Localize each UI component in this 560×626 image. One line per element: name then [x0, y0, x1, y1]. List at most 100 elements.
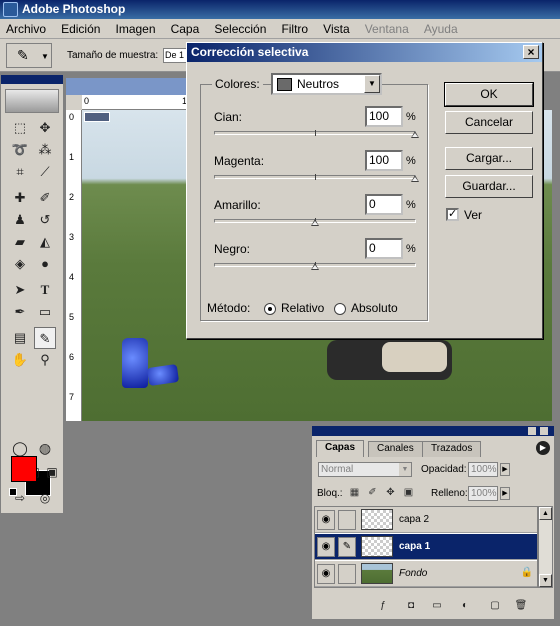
black-input[interactable]: 0 — [365, 238, 403, 259]
screen-mode-full-icon[interactable]: ▣ — [41, 461, 63, 483]
magenta-slider-thumb[interactable] — [411, 175, 419, 182]
eye-icon[interactable]: ◉ — [317, 537, 335, 557]
tool-preset-picker[interactable]: ✎ ▼ — [6, 43, 52, 68]
scroll-up-icon[interactable]: ▲ — [539, 507, 552, 520]
lock-position-icon[interactable]: ✥ — [384, 486, 397, 499]
tab-paths[interactable]: Trazados — [422, 441, 482, 457]
fill-arrow-icon[interactable]: ▶ — [500, 487, 510, 500]
eraser-icon[interactable]: ▰ — [9, 231, 31, 253]
menu-ayuda[interactable]: Ayuda — [418, 19, 464, 39]
tab-channels[interactable]: Canales — [368, 441, 423, 457]
path-select-icon[interactable]: ➤ — [9, 279, 31, 301]
preview-label[interactable]: Ver — [464, 208, 482, 222]
magenta-slider[interactable] — [214, 174, 419, 182]
document-title-bar[interactable] — [66, 78, 196, 95]
menu-imagen[interactable]: Imagen — [110, 19, 162, 39]
menu-archivo[interactable]: Archivo — [0, 19, 52, 39]
lock-label: Bloq.: — [317, 488, 343, 499]
layer-row-fondo[interactable]: ◉ Fondo 🔒 — [315, 561, 537, 587]
pen-icon[interactable]: ✒ — [9, 301, 31, 323]
adobe-online-logo[interactable] — [5, 89, 59, 113]
opacity-arrow-icon[interactable]: ▶ — [500, 463, 510, 476]
magenta-input[interactable]: 100 — [365, 150, 403, 171]
shape-icon[interactable]: ▭ — [34, 301, 56, 323]
yellow-slider[interactable] — [214, 218, 416, 226]
brush-icon[interactable]: ✐ — [34, 187, 56, 209]
minimize-icon[interactable] — [528, 427, 536, 435]
magic-wand-icon[interactable]: ⁂ — [34, 139, 56, 161]
lock-all-icon[interactable]: ▣ — [402, 486, 415, 499]
menu-capa[interactable]: Capa — [165, 19, 206, 39]
yellow-input[interactable]: 0 — [365, 194, 403, 215]
foreground-color-swatch[interactable] — [11, 456, 37, 482]
opacity-input[interactable]: 100% — [468, 462, 498, 477]
new-set-icon[interactable]: ▭ — [430, 599, 444, 613]
cyan-slider[interactable] — [214, 130, 419, 138]
dodge-icon[interactable]: ● — [34, 253, 56, 275]
layer-row-capa-2[interactable]: ◉ capa 2 — [315, 507, 537, 533]
layers-panel-header[interactable] — [312, 426, 554, 436]
stamp-icon[interactable]: ♟ — [9, 209, 31, 231]
menu-ventana[interactable]: Ventana — [359, 19, 415, 39]
colors-select[interactable]: Neutros ▼ — [271, 73, 382, 95]
save-button[interactable]: Guardar... — [445, 175, 533, 198]
lock-image-icon[interactable]: ✐ — [366, 486, 379, 499]
black-slider[interactable] — [214, 262, 416, 270]
menu-edicion[interactable]: Edición — [55, 19, 106, 39]
menu-vista[interactable]: Vista — [317, 19, 355, 39]
absolute-radio-label[interactable]: Absoluto — [351, 301, 398, 315]
brush-icon[interactable]: ✎ — [338, 537, 356, 557]
new-layer-icon[interactable]: ▢ — [488, 599, 502, 613]
notes-icon[interactable]: ▤ — [9, 327, 31, 349]
crop-icon[interactable]: ⌗ — [9, 161, 31, 183]
layer-link-slot[interactable] — [338, 510, 356, 530]
relative-radio-label[interactable]: Relativo — [281, 301, 324, 315]
trash-icon[interactable]: 🗑 — [514, 599, 528, 613]
imageready-icon[interactable]: ◎ — [34, 487, 56, 509]
menu-seleccion[interactable]: Selección — [208, 19, 272, 39]
hand-icon[interactable]: ✋ — [9, 349, 31, 371]
relative-radio[interactable] — [264, 303, 276, 315]
history-brush-icon[interactable]: ↺ — [34, 209, 56, 231]
add-mask-icon[interactable]: ◘ — [404, 599, 418, 613]
slice-icon[interactable]: ⟋ — [34, 161, 56, 183]
blur-icon[interactable]: ◈ — [9, 253, 31, 275]
layer-row-capa-1[interactable]: ◉ ✎ capa 1 — [315, 534, 537, 560]
black-slider-thumb[interactable] — [311, 263, 319, 270]
cancel-button[interactable]: Cancelar — [445, 111, 533, 134]
ok-button[interactable]: OK — [444, 82, 534, 107]
fill-input[interactable]: 100% — [468, 486, 498, 501]
load-button[interactable]: Cargar... — [445, 147, 533, 170]
cyan-input[interactable]: 100 — [365, 106, 403, 127]
preview-checkbox[interactable]: ✓ — [446, 208, 459, 221]
eyedropper-icon[interactable]: ✎ — [34, 327, 56, 349]
cyan-slider-thumb[interactable] — [411, 131, 419, 138]
close-icon[interactable] — [540, 427, 548, 435]
toolbox-header[interactable] — [1, 75, 63, 84]
adjustment-layer-icon[interactable]: ◐ — [458, 599, 472, 613]
bucket-icon[interactable]: ◭ — [34, 231, 56, 253]
blend-mode-select[interactable]: Normal ▼ — [318, 462, 412, 477]
layer-style-icon[interactable]: ƒ — [376, 599, 390, 613]
panel-menu-icon[interactable]: ▶ — [536, 441, 550, 455]
move-icon[interactable]: ✥ — [34, 117, 56, 139]
dialog-title[interactable]: Corrección selectiva — [187, 43, 542, 62]
lock-transparency-icon[interactable]: ▦ — [348, 486, 361, 499]
zoom-icon[interactable]: ⚲ — [34, 349, 56, 371]
layer-list-scrollbar[interactable]: ▲ ▼ — [538, 506, 553, 588]
jump-to-imageready-icon[interactable]: ⇨ — [9, 487, 31, 509]
type-icon[interactable]: T — [34, 279, 56, 301]
marquee-icon[interactable]: ⬚ — [9, 117, 31, 139]
eye-icon[interactable]: ◉ — [317, 564, 335, 584]
lasso-icon[interactable]: ➰ — [9, 139, 31, 161]
tab-layers[interactable]: Capas — [316, 440, 365, 457]
layer-link-slot[interactable] — [338, 564, 356, 584]
close-icon[interactable]: × — [523, 45, 539, 59]
scroll-down-icon[interactable]: ▼ — [539, 574, 552, 587]
healing-icon[interactable]: ✚ — [9, 187, 31, 209]
yellow-slider-thumb[interactable] — [311, 219, 319, 226]
menu-filtro[interactable]: Filtro — [275, 19, 314, 39]
eye-icon[interactable]: ◉ — [317, 510, 335, 530]
absolute-radio[interactable] — [334, 303, 346, 315]
quick-mask-icon[interactable]: ◍ — [34, 437, 56, 459]
